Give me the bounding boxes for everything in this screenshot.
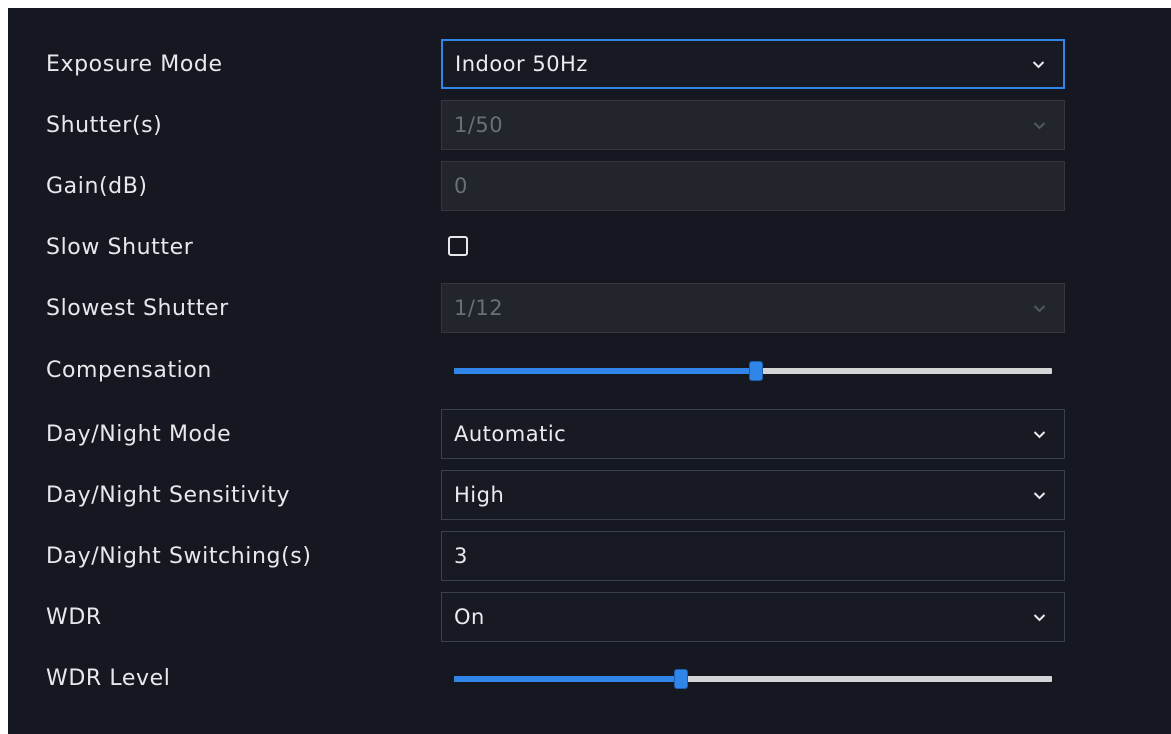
shutter-label: Shutter(s) bbox=[46, 113, 163, 138]
shutter-row: Shutter(s) 1/50 bbox=[8, 100, 1171, 152]
slowest-shutter-dropdown[interactable]: 1/12 bbox=[441, 283, 1065, 333]
day-night-sensitivity-dropdown[interactable]: High bbox=[441, 470, 1065, 520]
slowest-shutter-label: Slowest Shutter bbox=[46, 296, 229, 321]
exposure-mode-label: Exposure Mode bbox=[46, 52, 223, 77]
day-night-mode-dropdown[interactable]: Automatic bbox=[441, 409, 1065, 459]
chevron-down-icon bbox=[1033, 491, 1046, 500]
day-night-switching-label: Day/Night Switching(s) bbox=[46, 544, 312, 569]
chevron-down-icon bbox=[1033, 430, 1046, 439]
wdr-label: WDR bbox=[46, 605, 102, 630]
exposure-mode-value: Indoor 50Hz bbox=[455, 52, 588, 76]
day-night-sensitivity-row: Day/Night Sensitivity High bbox=[8, 470, 1171, 522]
compensation-row: Compensation bbox=[8, 345, 1171, 397]
wdr-row: WDR On bbox=[8, 592, 1171, 644]
chevron-down-icon bbox=[1033, 613, 1046, 622]
slow-shutter-row: Slow Shutter bbox=[8, 222, 1171, 274]
day-night-sensitivity-label: Day/Night Sensitivity bbox=[46, 483, 291, 508]
slow-shutter-checkbox[interactable] bbox=[448, 236, 468, 256]
shutter-dropdown[interactable]: 1/50 bbox=[441, 100, 1065, 150]
gain-input[interactable]: 0 bbox=[441, 161, 1065, 211]
gain-value: 0 bbox=[454, 174, 468, 198]
slider-fill bbox=[454, 676, 682, 682]
wdr-value: On bbox=[454, 605, 485, 629]
day-night-switching-value: 3 bbox=[454, 544, 468, 568]
chevron-down-icon bbox=[1033, 121, 1046, 130]
compensation-label: Compensation bbox=[46, 358, 212, 383]
day-night-mode-value: Automatic bbox=[454, 422, 567, 446]
wdr-level-label: WDR Level bbox=[46, 666, 171, 691]
slider-thumb[interactable] bbox=[674, 669, 689, 689]
day-night-sensitivity-value: High bbox=[454, 483, 505, 507]
day-night-mode-label: Day/Night Mode bbox=[46, 422, 232, 447]
chevron-down-icon bbox=[1032, 60, 1045, 69]
slowest-shutter-row: Slowest Shutter 1/12 bbox=[8, 283, 1171, 335]
chevron-down-icon bbox=[1033, 304, 1046, 313]
wdr-level-slider[interactable] bbox=[454, 653, 1052, 705]
gain-row: Gain(dB) 0 bbox=[8, 161, 1171, 213]
day-night-switching-input[interactable]: 3 bbox=[441, 531, 1065, 581]
day-night-switching-row: Day/Night Switching(s) 3 bbox=[8, 531, 1171, 583]
compensation-slider[interactable] bbox=[454, 345, 1052, 397]
slider-thumb[interactable] bbox=[748, 361, 763, 381]
shutter-value: 1/50 bbox=[454, 113, 504, 137]
day-night-mode-row: Day/Night Mode Automatic bbox=[8, 409, 1171, 461]
slowest-shutter-value: 1/12 bbox=[454, 296, 504, 320]
wdr-level-row: WDR Level bbox=[8, 653, 1171, 705]
slider-fill bbox=[454, 368, 756, 374]
gain-label: Gain(dB) bbox=[46, 174, 148, 199]
wdr-dropdown[interactable]: On bbox=[441, 592, 1065, 642]
exposure-mode-row: Exposure Mode Indoor 50Hz bbox=[8, 39, 1171, 91]
slow-shutter-label: Slow Shutter bbox=[46, 235, 194, 260]
exposure-settings-panel: Exposure Mode Indoor 50Hz Shutter(s) 1/5… bbox=[8, 8, 1171, 734]
exposure-mode-dropdown[interactable]: Indoor 50Hz bbox=[441, 39, 1065, 89]
